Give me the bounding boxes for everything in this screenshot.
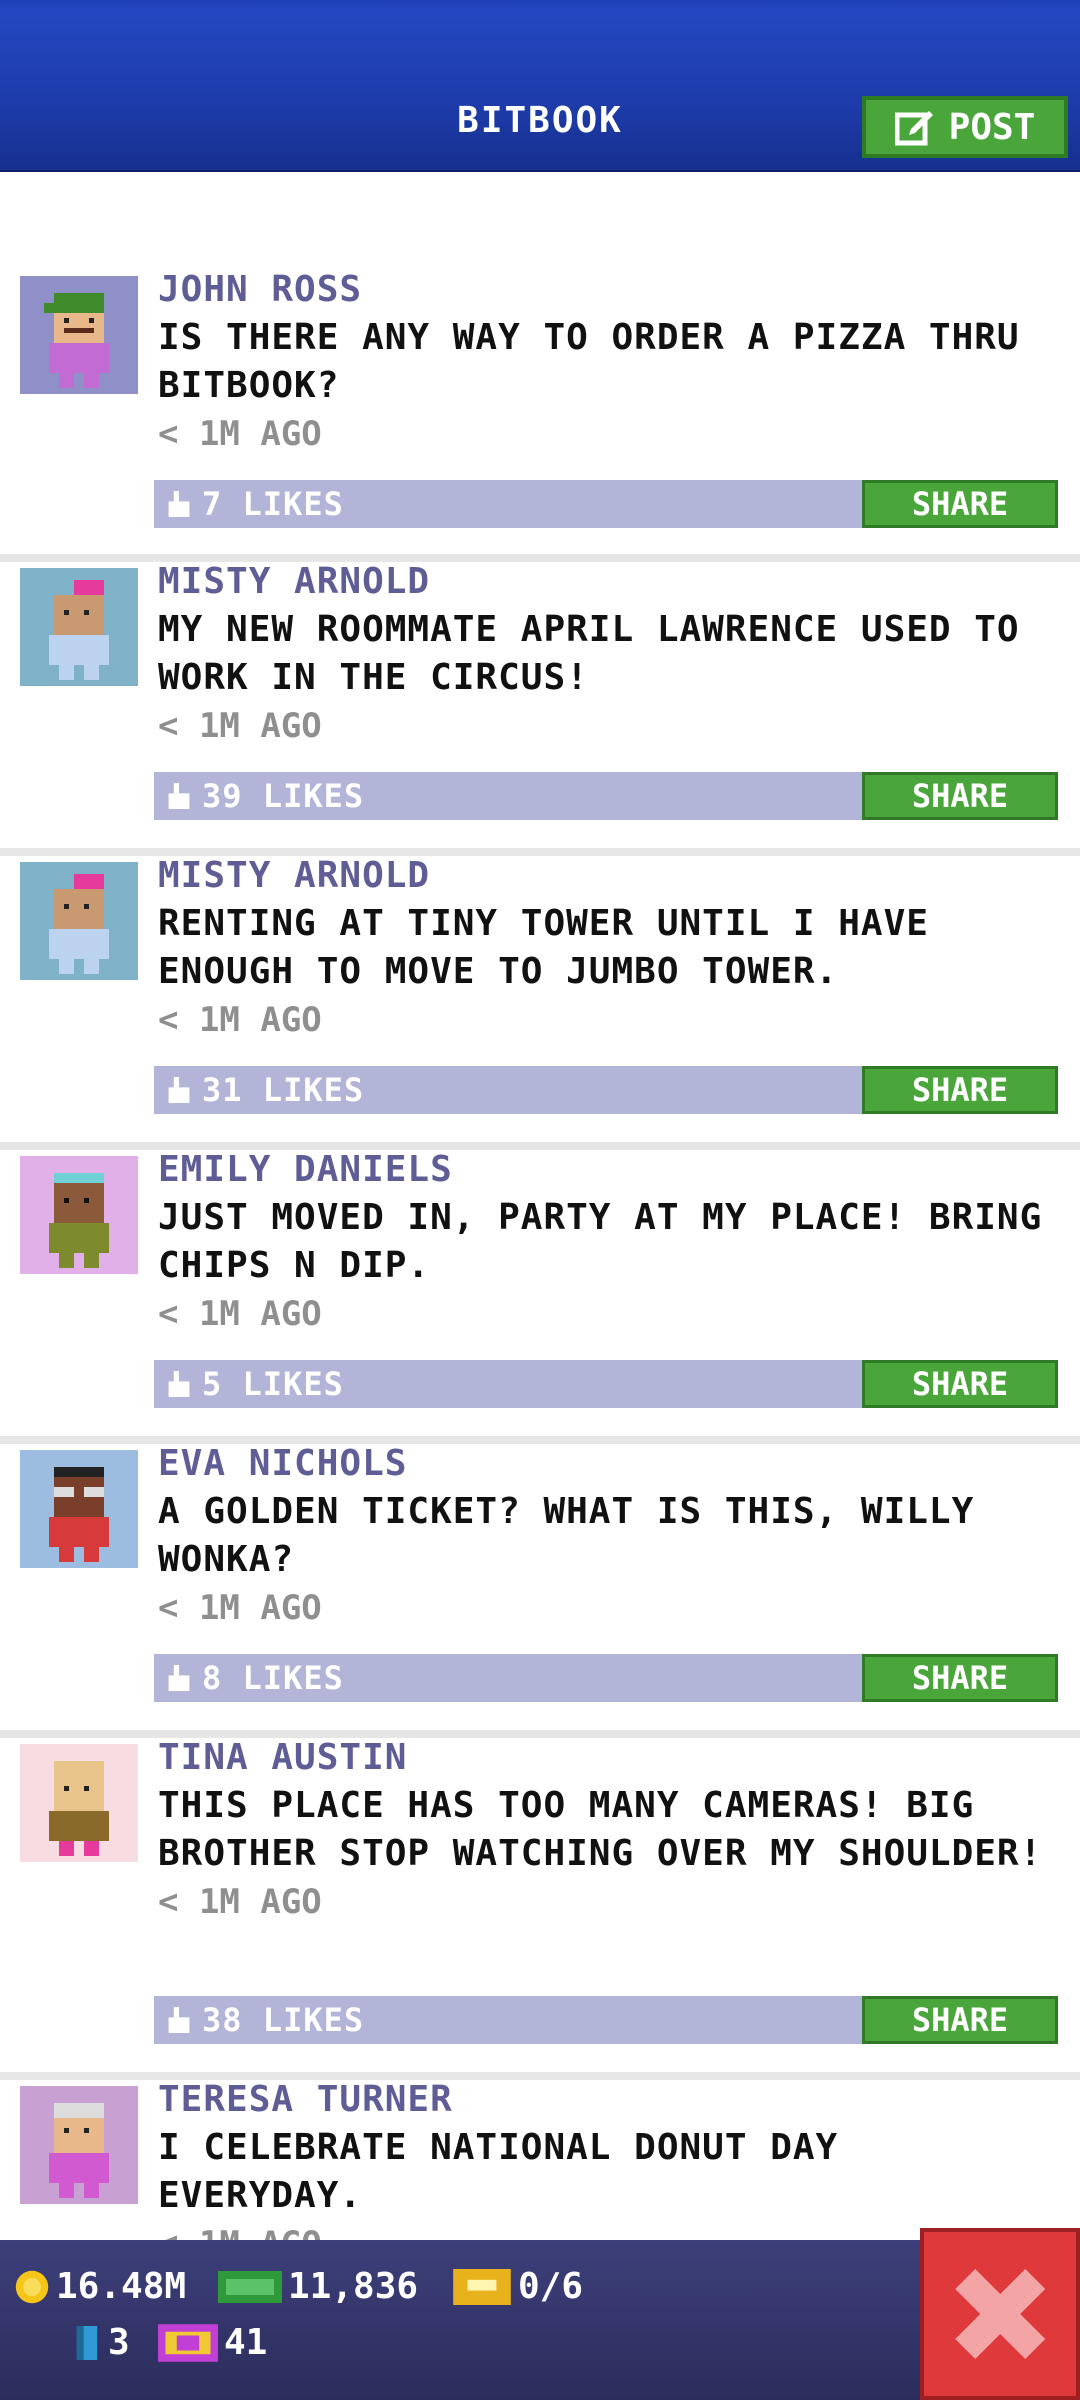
share-button[interactable]: SHARE	[862, 1066, 1058, 1114]
post-message: A GOLDEN TICKET? WHAT IS THIS, WILLY WON…	[158, 1491, 975, 1580]
post-action-bar: 7 LIKES SHARE	[154, 480, 1058, 528]
likes-label: 39 LIKES	[202, 777, 365, 815]
close-icon	[955, 2269, 1045, 2359]
post-message: I CELEBRATE NATIONAL DONUT DAY EVERYDAY.	[158, 2127, 839, 2216]
list-item: MISTY ARNOLD RENTING AT TINY TOWER UNTIL…	[0, 856, 1080, 1150]
feed-list[interactable]: JOHN ROSS IS THERE ANY WAY TO ORDER A PI…	[0, 270, 1080, 2380]
share-button[interactable]: SHARE	[862, 1996, 1058, 2044]
post-author[interactable]: TINA AUSTIN	[158, 1738, 1060, 1778]
like-count[interactable]: 38 LIKES	[166, 1996, 364, 2044]
likes-label: 5 LIKES	[202, 1365, 344, 1403]
post-time: < 1M AGO	[158, 1294, 322, 1334]
thumbs-up-icon	[168, 1077, 190, 1103]
post-time: < 1M AGO	[158, 1882, 322, 1922]
post-time: < 1M AGO	[158, 1588, 322, 1628]
post-time: < 1M AGO	[158, 414, 322, 454]
likes-label: 38 LIKES	[202, 2001, 365, 2039]
like-count[interactable]: 31 LIKES	[166, 1066, 364, 1114]
bux-icon	[218, 2270, 282, 2303]
post-button[interactable]: POST	[862, 96, 1068, 158]
ticket-icon	[453, 2268, 511, 2305]
likes-label: 7 LIKES	[202, 485, 344, 523]
coins-value: 16.48M	[56, 2266, 187, 2307]
avatar	[20, 2086, 138, 2204]
vip-value: 41	[224, 2322, 268, 2363]
list-item: MISTY ARNOLD MY NEW ROOMMATE APRIL LAWRE…	[0, 562, 1080, 856]
status-bar: 16.48M 11,836 0/6 3 41	[0, 2240, 1080, 2400]
post-time: < 1M AGO	[158, 1000, 322, 1040]
edit-icon	[894, 111, 933, 146]
avatar	[20, 276, 138, 394]
post-button-label: POST	[948, 106, 1036, 148]
post-author[interactable]: MISTY ARNOLD	[158, 562, 1060, 602]
avatar	[20, 1744, 138, 1862]
post-author[interactable]: TERESA TURNER	[158, 2080, 1060, 2120]
close-button[interactable]	[920, 2228, 1080, 2400]
post-time: < 1M AGO	[158, 706, 322, 746]
post-message: IS THERE ANY WAY TO ORDER A PIZZA THRU B…	[158, 317, 1020, 406]
likes-label: 31 LIKES	[202, 1071, 365, 1109]
like-count[interactable]: 8 LIKES	[166, 1654, 344, 1702]
avatar	[20, 568, 138, 686]
coin-icon	[15, 2270, 49, 2303]
vip-stat: 41	[158, 2322, 267, 2363]
post-action-bar: 38 LIKES SHARE	[154, 1996, 1058, 2044]
tickets-stat: 0/6	[452, 2266, 583, 2307]
like-count[interactable]: 39 LIKES	[166, 772, 364, 820]
bux-value: 11,836	[288, 2266, 419, 2307]
post-author[interactable]: JOHN ROSS	[158, 270, 1060, 310]
share-button[interactable]: SHARE	[862, 1360, 1058, 1408]
post-message: MY NEW ROOMMATE APRIL LAWRENCE USED TO W…	[158, 609, 1020, 698]
post-author[interactable]: MISTY ARNOLD	[158, 856, 1060, 896]
avatar	[20, 1156, 138, 1274]
avatar	[20, 1450, 138, 1568]
thumbs-up-icon	[168, 2007, 190, 2033]
thumbs-up-icon	[168, 1665, 190, 1691]
list-item: TINA AUSTIN THIS PLACE HAS TOO MANY CAME…	[0, 1738, 1080, 2080]
post-message: RENTING AT TINY TOWER UNTIL I HAVE ENOUG…	[158, 903, 929, 992]
post-message: JUST MOVED IN, PARTY AT MY PLACE! BRING …	[158, 1197, 1043, 1286]
post-message: THIS PLACE HAS TOO MANY CAMERAS! BIG BRO…	[158, 1785, 1043, 1874]
share-button[interactable]: SHARE	[862, 772, 1058, 820]
keys-value: 3	[108, 2322, 130, 2363]
thumbs-up-icon	[168, 783, 190, 809]
like-count[interactable]: 7 LIKES	[166, 480, 344, 528]
coins-stat: 16.48M	[14, 2266, 186, 2307]
header-bar: BITBOOK POST	[0, 0, 1080, 172]
thumbs-up-icon	[168, 491, 190, 517]
list-item: EMILY DANIELS JUST MOVED IN, PARTY AT MY…	[0, 1150, 1080, 1444]
post-action-bar: 8 LIKES SHARE	[154, 1654, 1058, 1702]
post-author[interactable]: EMILY DANIELS	[158, 1150, 1060, 1190]
post-author[interactable]: EVA NICHOLS	[158, 1444, 1060, 1484]
post-action-bar: 39 LIKES SHARE	[154, 772, 1058, 820]
post-action-bar: 5 LIKES SHARE	[154, 1360, 1058, 1408]
share-button[interactable]: SHARE	[862, 480, 1058, 528]
likes-label: 8 LIKES	[202, 1659, 344, 1697]
key-icon	[76, 2325, 98, 2360]
share-button[interactable]: SHARE	[862, 1654, 1058, 1702]
avatar	[20, 862, 138, 980]
vip-ticket-icon	[158, 2323, 218, 2362]
like-count[interactable]: 5 LIKES	[166, 1360, 344, 1408]
post-action-bar: 31 LIKES SHARE	[154, 1066, 1058, 1114]
tickets-value: 0/6	[518, 2266, 584, 2307]
thumbs-up-icon	[168, 1371, 190, 1397]
list-item: EVA NICHOLS A GOLDEN TICKET? WHAT IS THI…	[0, 1444, 1080, 1738]
list-item: JOHN ROSS IS THERE ANY WAY TO ORDER A PI…	[0, 270, 1080, 562]
bux-stat: 11,836	[218, 2266, 418, 2307]
keys-stat: 3	[72, 2322, 130, 2363]
